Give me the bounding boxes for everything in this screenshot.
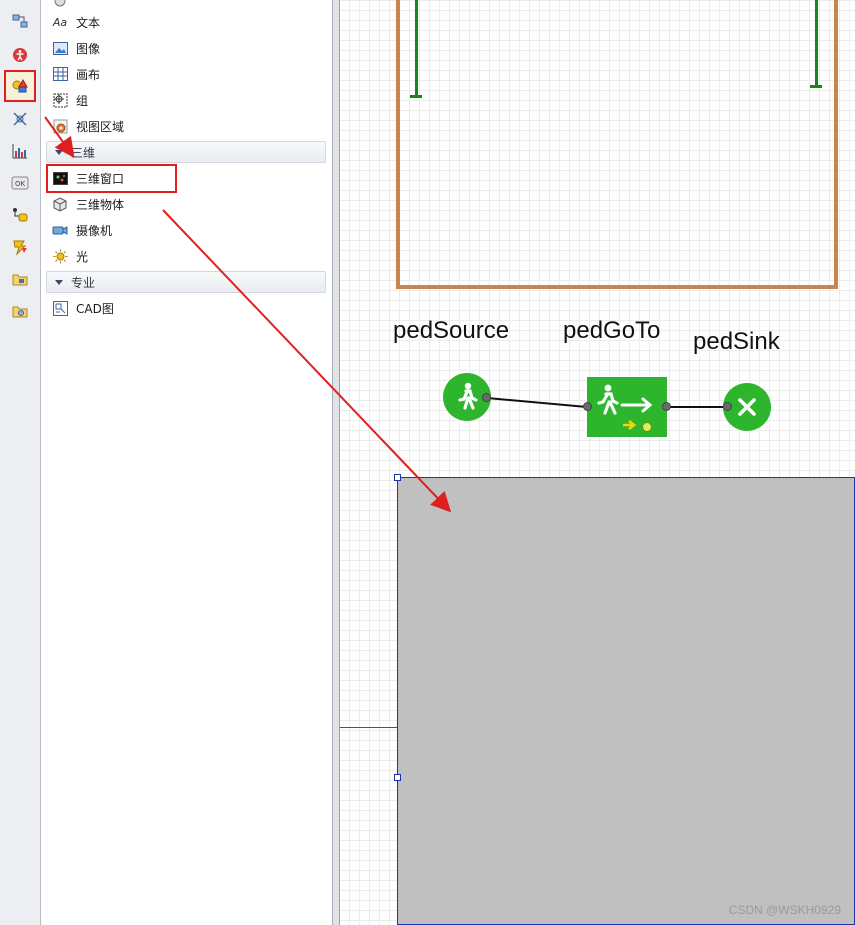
canvas-border [339,0,340,925]
image-icon [52,40,68,56]
ped-sink-label: pedSink [693,328,780,355]
text-aa-icon: Aa [52,15,68,29]
palette-item-3d-object[interactable]: 三维物体 [52,193,322,215]
actions-icon[interactable] [4,232,36,262]
palette-item-label: 三维物体 [76,197,125,212]
canvas-guide-line [340,727,397,728]
target-line-left[interactable] [415,0,418,96]
controls-ok-icon[interactable]: OK [4,168,36,198]
partial-icon [52,0,68,9]
target-line-right-foot [810,85,822,88]
palette-item-view-area[interactable]: 视图区域 [52,115,322,137]
ped-goto-out-port[interactable] [662,402,671,411]
resize-handle-top-left[interactable] [394,474,401,481]
ped-sink-in-port[interactable] [723,402,732,411]
analysis-chart-icon[interactable] [4,136,36,166]
room-wall-rectangle[interactable] [396,0,838,289]
window-3d-area[interactable] [397,477,855,925]
palette-item-label: 组 [76,93,89,108]
group-icon [52,92,68,108]
palette-item-label: CAD图 [76,301,114,316]
palette-item-camera[interactable]: 摄像机 [52,219,322,241]
palette-item-label: 视图区域 [76,119,125,134]
folder-icon[interactable] [4,264,36,294]
palette-item-group[interactable]: 组 [52,89,322,111]
resize-handle-mid-left[interactable] [394,774,401,781]
window-3d-icon [52,170,68,186]
section-header-pro[interactable]: 专业 [46,271,326,293]
ped-source-label: pedSource [393,317,510,344]
palette-item-label: 摄像机 [76,223,113,238]
camera-icon [52,222,68,238]
palette-item-light[interactable]: 光 [52,245,322,267]
section-header-3d[interactable]: 三维 [46,141,326,163]
target-line-left-foot [410,95,422,98]
palette-item-cad[interactable]: CAD图 [52,297,322,319]
connectors-icon[interactable] [4,6,36,36]
palette-item-image[interactable]: 图像 [52,37,322,59]
palette-item-label: 画布 [76,67,101,82]
left-toolbar: OK [0,0,41,925]
view-area-icon [52,118,68,134]
palette-item-canvas[interactable]: 画布 [52,63,322,85]
statechart-icon[interactable] [4,200,36,230]
folder-pictures-icon[interactable] [4,296,36,326]
collapse-triangle-icon [55,279,63,285]
palette-item-label: 文本 [76,15,101,30]
ped-goto-in-port[interactable] [583,402,592,411]
svg-text:OK: OK [15,180,26,188]
exit-walk-icon [597,384,653,432]
palette-item-label: 图像 [76,41,101,56]
accessibility-icon[interactable] [4,40,36,70]
palette-item-text[interactable]: Aa 文本 [52,11,322,33]
watermark: CSDN @WSKH0929 [728,903,841,917]
markup-icon[interactable] [4,104,36,134]
object-3d-icon [52,196,68,212]
presentation-shapes-icon[interactable] [4,70,36,102]
palette-item-label: 三维窗口 [76,171,125,186]
palette-item-3d-window[interactable]: 三维窗口 [52,167,322,189]
close-x-icon [738,398,756,416]
light-icon [52,248,68,264]
cad-icon [52,300,68,316]
walking-person-icon [458,382,478,410]
ped-goto-block[interactable] [587,377,667,437]
collapse-triangle-icon [55,149,63,155]
ped-goto-label: pedGoTo [563,317,661,344]
palette-panel: Aa 文本 图像 画布 组 视图区域 三维 三维窗口 三维物体 摄像机 光 专业… [41,0,333,925]
target-line-right[interactable] [815,0,818,87]
section-header-label: 三维 [71,145,96,160]
ped-source-out-port[interactable] [482,393,491,402]
canvas-grid-icon [52,66,68,82]
palette-item-label: 光 [76,249,89,264]
section-header-label: 专业 [71,275,96,290]
